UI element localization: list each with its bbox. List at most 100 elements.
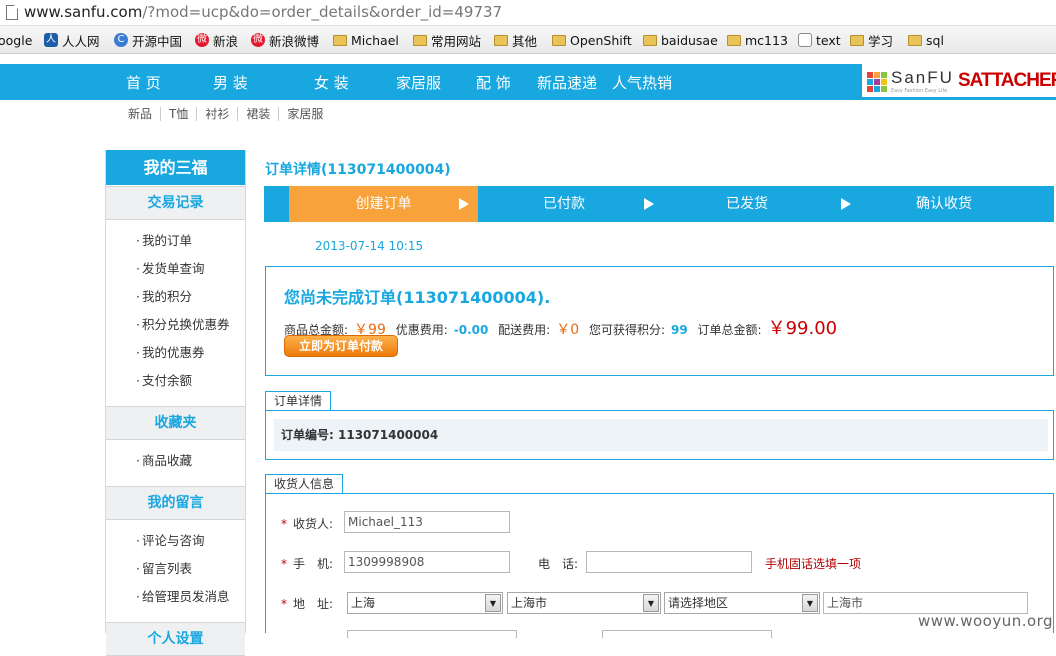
total-label: 订单总金额: bbox=[697, 323, 762, 337]
page-icon bbox=[798, 33, 812, 47]
bookmark-michael[interactable]: Michael bbox=[333, 32, 399, 48]
subnav-skirt[interactable]: 裙装 bbox=[237, 107, 278, 121]
total-amount: ￥99.00 bbox=[767, 318, 838, 339]
order-date: 2013-07-14 10:15 bbox=[315, 239, 424, 253]
folder-icon bbox=[552, 34, 566, 46]
page-icon bbox=[6, 5, 18, 20]
shipping-amount: ￥0 bbox=[556, 322, 580, 338]
oschina-icon: C bbox=[114, 33, 128, 47]
phone-input[interactable] bbox=[586, 551, 752, 573]
step-paid: 已付款 bbox=[543, 196, 585, 212]
nav-women[interactable]: 女 装 bbox=[314, 72, 349, 93]
renren-icon: 人 bbox=[44, 33, 58, 47]
step-created: 创建订单 bbox=[289, 186, 478, 222]
sidebar-item-my-orders[interactable]: 我的订单 bbox=[136, 227, 245, 255]
subnav-shirt[interactable]: 衬衫 bbox=[196, 107, 237, 121]
sidebar-item-message-list[interactable]: 留言列表 bbox=[136, 555, 245, 583]
city-select[interactable]: 上海市 ▼ bbox=[507, 592, 661, 614]
discount-amount: -0.00 bbox=[453, 323, 489, 337]
nav-men[interactable]: 男 装 bbox=[213, 72, 248, 93]
url-text[interactable]: www.sanfu.com/?mod=ucp&do=order_details&… bbox=[24, 3, 502, 21]
nav-hot[interactable]: 人气热销 bbox=[612, 72, 672, 93]
sidebar-section-settings: 个人设置 bbox=[106, 622, 245, 656]
sidebar-section-transactions: 交易记录 bbox=[106, 186, 245, 220]
bookmark-other[interactable]: 其他 bbox=[494, 32, 537, 49]
sattachera-logo[interactable]: SATTACHERA bbox=[958, 70, 1056, 92]
bookmark-oschina[interactable]: C 开源中国 bbox=[114, 32, 182, 49]
nav-home[interactable]: 首 页 bbox=[126, 72, 161, 93]
sidebar-section-favorites: 收藏夹 bbox=[106, 406, 245, 440]
points-value: 99 bbox=[671, 323, 688, 337]
receiver-legend: 收货人信息 bbox=[265, 474, 344, 493]
sanfu-logo-text[interactable]: SanFU bbox=[891, 68, 954, 88]
district-select[interactable]: 请选择地区 ▼ bbox=[664, 592, 820, 614]
order-number-label: 订单编号: bbox=[281, 428, 334, 442]
subnav-tshirt[interactable]: T恤 bbox=[160, 107, 196, 121]
bookmark-sina[interactable]: 微新浪 bbox=[195, 32, 238, 49]
sidebar-item-my-points[interactable]: 我的积分 bbox=[136, 283, 245, 311]
order-number: 113071400004 bbox=[338, 428, 439, 442]
sanfu-logo-icon bbox=[867, 72, 887, 92]
nav-accessories[interactable]: 配 饰 bbox=[476, 72, 511, 93]
shipping-label: 配送费用: bbox=[498, 323, 551, 337]
step-shipped: 已发货 bbox=[726, 196, 768, 212]
folder-icon bbox=[727, 34, 741, 46]
sidebar-item-my-coupons[interactable]: 我的优惠券 bbox=[136, 339, 245, 367]
sidebar-item-product-favorites[interactable]: 商品收藏 bbox=[136, 447, 245, 475]
receiver-name-label: * 收货人: bbox=[281, 517, 334, 531]
sub-nav: 新品 T恤 衬衫 裙装 家居服 bbox=[128, 107, 331, 121]
nav-new[interactable]: 新品速递 bbox=[537, 72, 597, 93]
order-detail-box: 订单编号: 113071400004 bbox=[265, 410, 1054, 460]
order-detail-legend: 订单详情 bbox=[265, 391, 332, 410]
bookmark-mc113[interactable]: mc113 bbox=[727, 32, 788, 48]
weibo-icon: 微 bbox=[251, 33, 265, 47]
order-number-row: 订单编号: 113071400004 bbox=[274, 419, 1048, 451]
order-notice-box: 您尚未完成订单(113071400004). 商品总金额: ￥99 优惠费用: -0… bbox=[265, 266, 1054, 376]
address-input[interactable]: 上海市 bbox=[823, 592, 1028, 614]
folder-icon bbox=[908, 34, 922, 46]
step-received: 确认收货 bbox=[916, 196, 972, 212]
receiver-name-input[interactable]: Michael_113 bbox=[344, 511, 510, 533]
order-progress: 创建订单 已付款 已发货 确认收货 bbox=[264, 186, 1054, 222]
sidebar-item-shipment-query[interactable]: 发货单查询 bbox=[136, 255, 245, 283]
weibo-icon: 微 bbox=[195, 33, 209, 47]
order-detail-panel: 订单详情(113071400004) 创建订单 已付款 已发货 确认收货 201… bbox=[264, 150, 1056, 638]
bookmarks-bar: oogle 人人人网 C 开源中国 微新浪 微新浪微博 Michael 常用网站 … bbox=[0, 26, 1056, 54]
bookmark-google[interactable]: oogle bbox=[0, 32, 32, 48]
points-label: 您可获得积分: bbox=[588, 323, 666, 337]
bookmark-sql[interactable]: sql bbox=[908, 32, 944, 48]
chevron-down-icon: ▼ bbox=[802, 594, 818, 612]
sidebar-item-balance[interactable]: 支付余额 bbox=[136, 367, 245, 395]
bookmark-study[interactable]: 学习 bbox=[850, 32, 893, 49]
address-bar[interactable]: www.sanfu.com/?mod=ucp&do=order_details&… bbox=[0, 0, 1056, 26]
postcode-input[interactable] bbox=[347, 630, 517, 638]
page-title: 订单详情(113071400004) bbox=[265, 162, 451, 178]
sanfu-tagline: Easy Fashion Easy Life bbox=[891, 88, 948, 94]
subnav-new[interactable]: 新品 bbox=[128, 107, 160, 121]
mobile-label: * 手 机: bbox=[281, 557, 334, 571]
brand-logos: SanFU Easy Fashion Easy Life SATTACHERA bbox=[862, 64, 1056, 100]
email-input[interactable] bbox=[602, 630, 772, 638]
bookmark-renren[interactable]: 人人人网 bbox=[44, 32, 100, 49]
folder-icon bbox=[494, 34, 508, 46]
discount-label: 优惠费用: bbox=[395, 323, 448, 337]
bookmark-openshift[interactable]: OpenShift bbox=[552, 32, 632, 48]
sidebar-item-points-exchange[interactable]: 积分兑换优惠券 bbox=[136, 311, 245, 339]
sidebar-item-reviews[interactable]: 评论与咨询 bbox=[136, 527, 245, 555]
bookmark-common[interactable]: 常用网站 bbox=[413, 32, 481, 49]
sidebar-item-message-admin[interactable]: 给管理员发消息 bbox=[136, 583, 245, 611]
bookmark-text[interactable]: text bbox=[798, 32, 841, 48]
address-label: * 地 址: bbox=[281, 597, 334, 611]
notice-heading: 您尚未完成订单(113071400004). bbox=[284, 288, 551, 307]
subnav-homewear[interactable]: 家居服 bbox=[278, 107, 331, 121]
province-select[interactable]: 上海 ▼ bbox=[347, 592, 503, 614]
sidebar-title: 我的三福 bbox=[106, 150, 245, 185]
chevron-down-icon: ▼ bbox=[643, 594, 659, 612]
pay-now-button[interactable]: 立即为订单付款 bbox=[284, 335, 398, 357]
mobile-input[interactable]: 1309998908 bbox=[344, 551, 510, 573]
bookmark-baidusae[interactable]: baidusae bbox=[643, 32, 718, 48]
watermark: www.wooyun.org bbox=[918, 612, 1054, 630]
bookmark-weibo[interactable]: 微新浪微博 bbox=[251, 32, 319, 49]
nav-homewear[interactable]: 家居服 bbox=[396, 72, 441, 93]
folder-icon bbox=[850, 34, 864, 46]
